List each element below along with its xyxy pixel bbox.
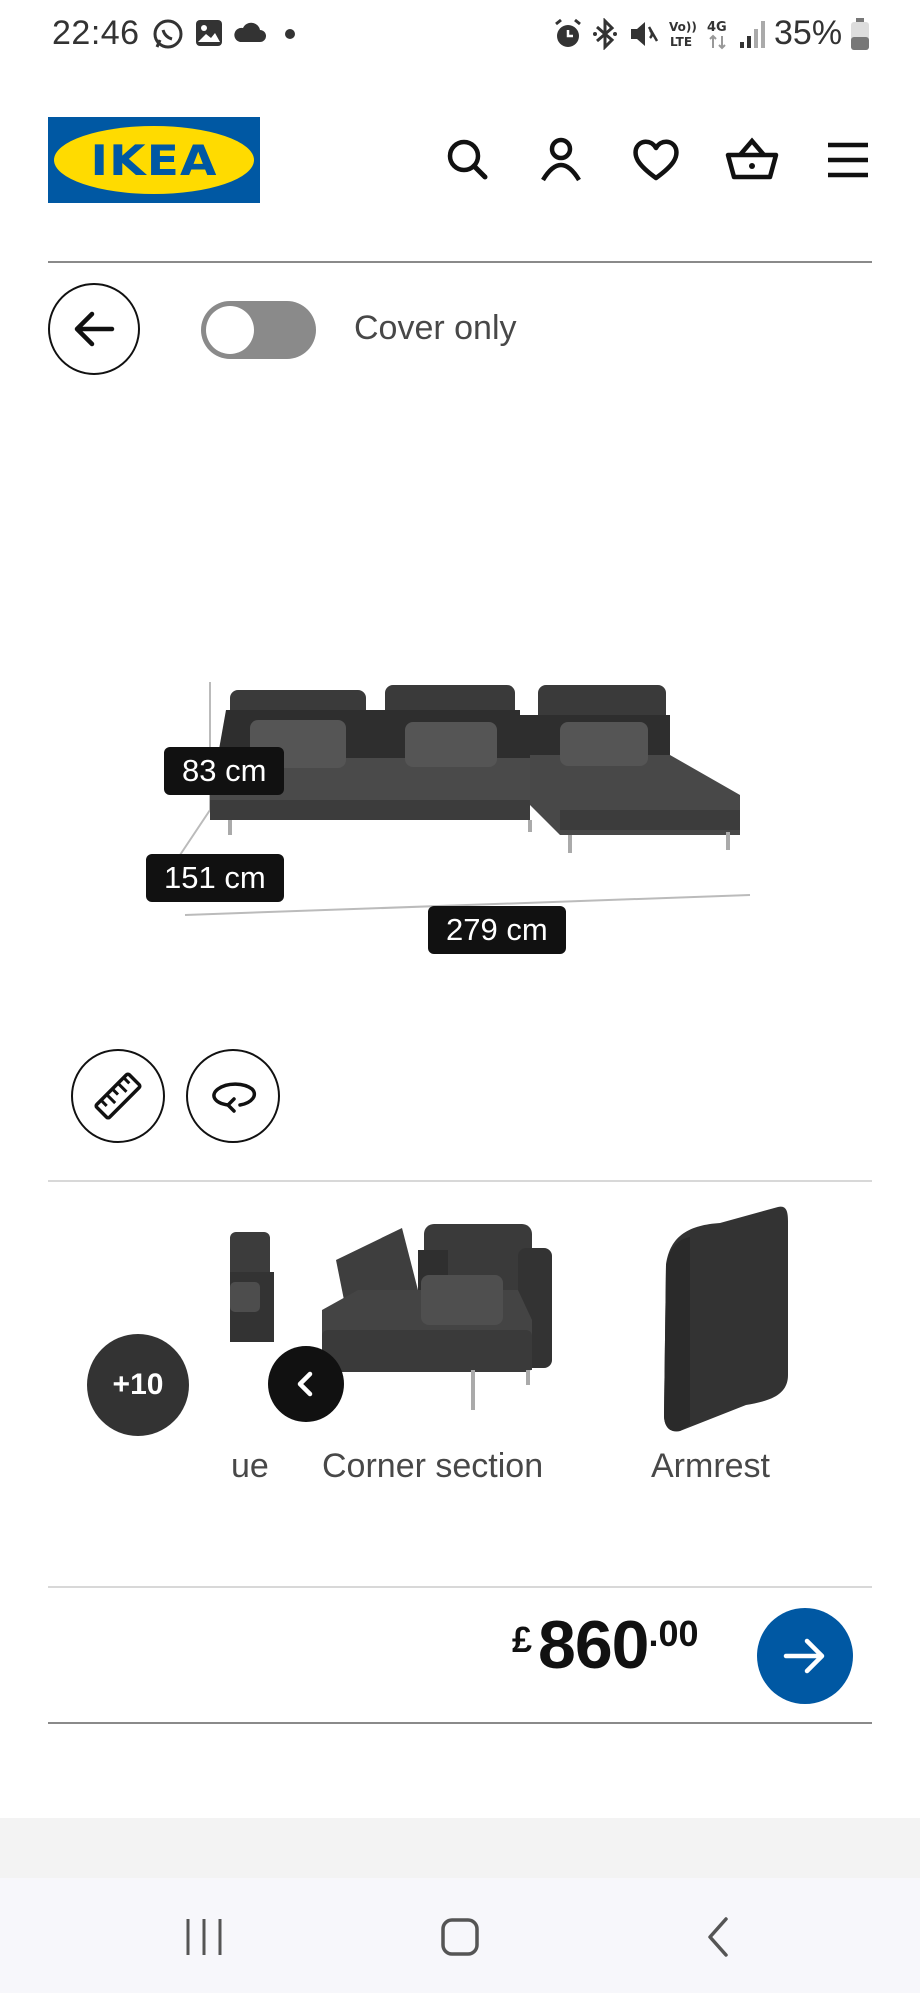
continue-button[interactable] bbox=[757, 1608, 853, 1704]
mute-icon bbox=[631, 22, 659, 46]
back-icon[interactable] bbox=[704, 1915, 734, 1959]
carousel-item-label[interactable]: Armrest bbox=[651, 1447, 770, 1486]
svg-text:4G: 4G bbox=[707, 20, 727, 35]
corner-section-image[interactable] bbox=[318, 1220, 556, 1420]
width-dimension-tag: 279 cm bbox=[428, 906, 566, 954]
more-items-badge[interactable]: +10 bbox=[87, 1334, 189, 1436]
heart-icon bbox=[633, 139, 679, 181]
4g-icon: 4G bbox=[707, 20, 727, 50]
rotate-button[interactable] bbox=[186, 1049, 280, 1143]
battery-icon bbox=[851, 18, 869, 50]
search-button[interactable] bbox=[438, 135, 494, 185]
price-display: £ 860 .00 bbox=[512, 1605, 699, 1695]
whatsapp-icon bbox=[153, 19, 183, 49]
arrow-right-icon bbox=[783, 1638, 825, 1674]
price-decimal: .00 bbox=[648, 1613, 699, 1654]
measure-icon bbox=[94, 1072, 142, 1120]
signal-icon bbox=[740, 21, 765, 48]
account-icon bbox=[541, 137, 581, 182]
bluetooth-icon bbox=[593, 18, 617, 50]
partial-product-image bbox=[230, 1232, 274, 1342]
favourites-button[interactable] bbox=[628, 135, 684, 185]
price-divider bbox=[48, 1722, 872, 1724]
menu-button[interactable] bbox=[820, 135, 876, 185]
armrest-image[interactable] bbox=[650, 1205, 790, 1435]
basket-button[interactable] bbox=[724, 135, 780, 185]
chevron-left-icon bbox=[297, 1371, 313, 1397]
alarm-icon bbox=[555, 18, 581, 47]
menu-icon bbox=[828, 142, 868, 178]
back-button[interactable] bbox=[48, 283, 140, 375]
recents-icon[interactable] bbox=[184, 1915, 224, 1959]
carousel-item-label[interactable]: ue bbox=[231, 1447, 269, 1486]
carousel-item-label[interactable]: Corner section bbox=[322, 1447, 543, 1486]
cloud-icon bbox=[234, 22, 266, 42]
depth-dimension-tag: 151 cm bbox=[146, 854, 284, 902]
home-icon[interactable] bbox=[440, 1915, 480, 1959]
carousel-prev-button[interactable] bbox=[268, 1346, 344, 1422]
cover-only-label: Cover only bbox=[354, 309, 517, 347]
battery-percent: 35% bbox=[774, 14, 843, 52]
svg-text:LTE: LTE bbox=[670, 35, 692, 49]
logo-wordmark: IKEA bbox=[90, 135, 218, 185]
account-button[interactable] bbox=[533, 135, 589, 185]
height-dimension-tag: 83 cm bbox=[164, 747, 285, 795]
cover-only-toggle[interactable] bbox=[201, 301, 316, 359]
basket-icon bbox=[725, 137, 779, 180]
dot-icon bbox=[285, 29, 295, 39]
svg-text:Vo)): Vo)) bbox=[669, 20, 697, 34]
carousel-divider bbox=[48, 1586, 872, 1588]
volte-icon: Vo)) LTE bbox=[669, 20, 697, 49]
price-currency: £ bbox=[512, 1619, 533, 1660]
rotate-icon bbox=[212, 1082, 257, 1113]
gallery-icon bbox=[196, 20, 222, 46]
ikea-logo[interactable]: IKEA bbox=[48, 117, 260, 203]
header-divider bbox=[48, 261, 872, 263]
search-icon bbox=[447, 139, 488, 180]
status-time: 22:46 bbox=[52, 14, 140, 52]
measure-button[interactable] bbox=[71, 1049, 165, 1143]
toggle-knob bbox=[206, 306, 254, 354]
tools-divider bbox=[48, 1180, 872, 1182]
arrow-left-icon bbox=[74, 311, 115, 347]
page-footer-band bbox=[0, 1818, 920, 1878]
price-integer: 860 bbox=[538, 1607, 649, 1683]
